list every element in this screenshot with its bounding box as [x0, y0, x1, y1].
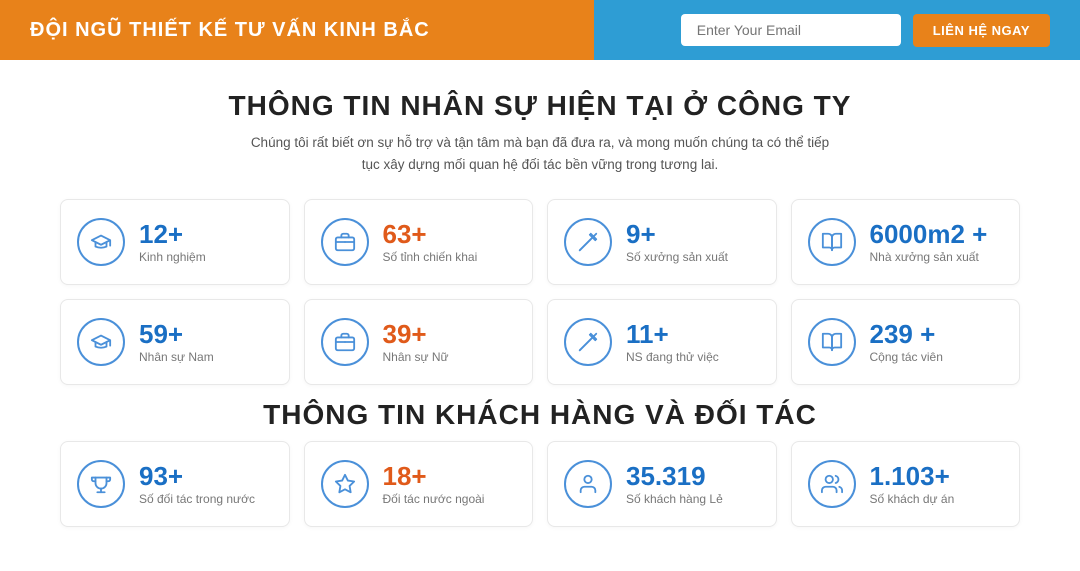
tools-icon — [564, 218, 612, 266]
stats-grid-row2: 59+Nhân sự Nam39+Nhân sự Nữ11+NS đang th… — [60, 299, 1020, 385]
stat-card: 11+NS đang thử việc — [547, 299, 777, 385]
stat-label: Số khách hàng Lẻ — [626, 492, 723, 506]
stat-card: 59+Nhân sự Nam — [60, 299, 290, 385]
stat-label: Kinh nghiệm — [139, 250, 206, 264]
stat-card: 12+Kinh nghiệm — [60, 199, 290, 285]
stat-card: 1.103+Số khách dự án — [791, 441, 1021, 527]
stats-grid-row1: 12+Kinh nghiệm63+Số tỉnh chiến khai9+Số … — [60, 199, 1020, 285]
stat-number: 18+ — [383, 462, 485, 491]
group-icon — [808, 460, 856, 508]
stat-label: Số tỉnh chiến khai — [383, 250, 478, 264]
header-right: LIÊN HỆ NGAY — [681, 14, 1050, 47]
person-icon — [564, 460, 612, 508]
stat-number: 35.319 — [626, 462, 723, 491]
star-icon — [321, 460, 369, 508]
stat-label: Số khách dự án — [870, 492, 955, 506]
stat-card: 93+Số đối tác trong nước — [60, 441, 290, 527]
header-title: ĐỘI NGŨ THIẾT KẾ TƯ VẤN KINH BẮC — [30, 19, 490, 42]
book-icon — [808, 218, 856, 266]
stat-label: Đối tác nước ngoài — [383, 492, 485, 506]
stat-label: Nhà xưởng sản xuất — [870, 250, 988, 264]
briefcase-icon — [321, 218, 369, 266]
stat-label: Nhân sự Nam — [139, 350, 214, 364]
trophy-icon — [77, 460, 125, 508]
stat-card: 6000m2 +Nhà xưởng sản xuất — [791, 199, 1021, 285]
stat-number: 63+ — [383, 220, 478, 249]
stat-card: 39+Nhân sự Nữ — [304, 299, 534, 385]
stat-label: Số đối tác trong nước — [139, 492, 255, 506]
tools-icon — [564, 318, 612, 366]
stat-number: 1.103+ — [870, 462, 955, 491]
stat-card: 9+Số xưởng sản xuất — [547, 199, 777, 285]
section2: THÔNG TIN KHÁCH HÀNG VÀ ĐỐI TÁC 93+Số đố… — [60, 399, 1020, 527]
main-content: THÔNG TIN NHÂN SỰ HIỆN TẠI Ở CÔNG TY Chú… — [0, 60, 1080, 571]
stat-label: Số xưởng sản xuất — [626, 250, 728, 264]
stat-number: 12+ — [139, 220, 206, 249]
stat-card: 18+Đối tác nước ngoài — [304, 441, 534, 527]
section1-title: THÔNG TIN NHÂN SỰ HIỆN TẠI Ở CÔNG TY — [60, 90, 1020, 122]
stat-label: NS đang thử việc — [626, 350, 719, 364]
section1-subtitle: Chúng tôi rất biết ơn sự hỗ trợ và tận t… — [240, 132, 840, 175]
contact-button[interactable]: LIÊN HỆ NGAY — [913, 14, 1050, 47]
header: ĐỘI NGŨ THIẾT KẾ TƯ VẤN KINH BẮC LIÊN HỆ… — [0, 0, 1080, 60]
stat-number: 6000m2 + — [870, 220, 988, 249]
stat-number: 93+ — [139, 462, 255, 491]
stat-number: 239 + — [870, 320, 943, 349]
stat-card: 239 +Cộng tác viên — [791, 299, 1021, 385]
book-icon — [808, 318, 856, 366]
stat-card: 63+Số tỉnh chiến khai — [304, 199, 534, 285]
stat-label: Nhân sự Nữ — [383, 350, 449, 364]
stat-number: 59+ — [139, 320, 214, 349]
stat-card: 35.319Số khách hàng Lẻ — [547, 441, 777, 527]
section2-title: THÔNG TIN KHÁCH HÀNG VÀ ĐỐI TÁC — [60, 399, 1020, 431]
briefcase-icon — [321, 318, 369, 366]
graduation-icon — [77, 218, 125, 266]
email-input[interactable] — [681, 14, 901, 46]
stats-grid-section2: 93+Số đối tác trong nước18+Đối tác nước … — [60, 441, 1020, 527]
stat-number: 9+ — [626, 220, 728, 249]
stat-number: 11+ — [626, 320, 719, 349]
graduation-icon — [77, 318, 125, 366]
stat-number: 39+ — [383, 320, 449, 349]
stat-label: Cộng tác viên — [870, 350, 943, 364]
